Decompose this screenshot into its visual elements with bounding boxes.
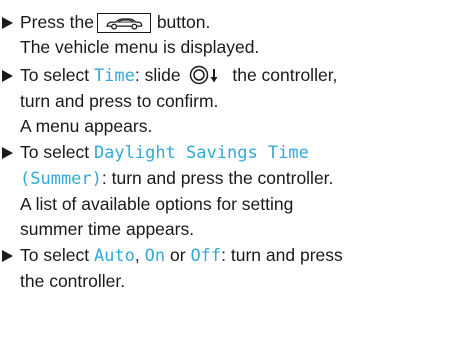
step-3-line-2: (Summer): turn and press the controller.: [0, 166, 446, 192]
step-3-result-line-1: A list of available options for setting: [20, 194, 294, 214]
step-bullet-arrow-icon: [2, 17, 13, 29]
vehicle-button-icon: [96, 13, 151, 33]
manual-instructions: Press the button. The vehicle menu is di…: [0, 0, 450, 340]
display-term-summer: (Summer): [20, 169, 102, 189]
step-4-separator-comma: ,: [134, 245, 140, 265]
step-2-result: A menu appears.: [20, 116, 153, 136]
step-2-line-1: To select Time: slide the controller,: [0, 63, 446, 89]
display-term-auto: Auto: [93, 246, 135, 266]
step-4-text-before: To select: [20, 245, 90, 265]
controller-slide-down-icon: [187, 65, 225, 85]
display-term-off: Off: [190, 246, 222, 266]
step-2-line-2: turn and press to confirm.: [20, 91, 219, 111]
display-term-on: On: [144, 246, 166, 266]
instruction-step-4: To select Auto, On or Off: turn and pres…: [0, 243, 446, 294]
instruction-step-1: Press the button. The vehicle menu is di…: [0, 10, 446, 60]
step-2-text-after: the controller,: [232, 65, 338, 85]
instruction-step-3: To select Daylight Savings Time (Summer)…: [0, 140, 446, 242]
step-3-text-before: To select: [20, 142, 90, 162]
step-4-line-2: the controller.: [20, 271, 126, 291]
step-4-text-after: : turn and press: [221, 245, 343, 265]
step-4-line-1: To select Auto, On or Off: turn and pres…: [0, 243, 446, 269]
step-3-text-after: : turn and press the controller.: [101, 168, 334, 188]
step-3-line-1: To select Daylight Savings Time: [0, 140, 446, 166]
step-bullet-arrow-icon: [2, 70, 13, 82]
display-term-time: Time: [93, 66, 135, 86]
step-2-text-before: To select: [20, 65, 90, 85]
step-bullet-arrow-icon: [2, 250, 13, 262]
instruction-step-2: To select Time: slide the controller, tu…: [0, 63, 446, 139]
step-bullet-arrow-icon: [2, 147, 13, 159]
step-3-result-line-2: summer time appears.: [20, 219, 195, 239]
step-4-separator-or: or: [170, 245, 186, 265]
step-2-text-mid: : slide: [134, 65, 181, 85]
step-1-result: The vehicle menu is displayed.: [20, 37, 260, 57]
step-1-text-before: Press the: [20, 12, 94, 32]
display-term-daylight-savings-time: Daylight Savings Time: [93, 143, 309, 163]
step-1-text-after: button.: [156, 12, 211, 32]
step-1-line-1: Press the button.: [0, 10, 446, 35]
